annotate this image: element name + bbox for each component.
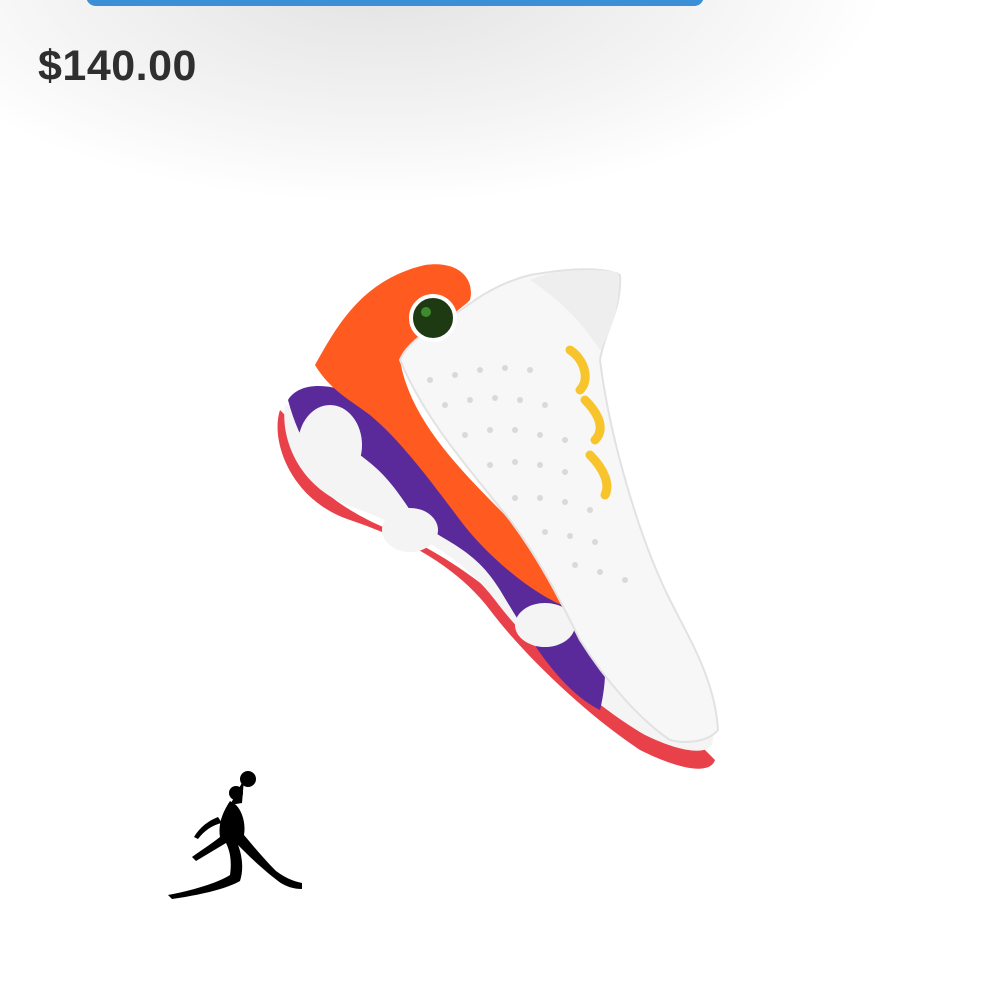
add-to-cart-button[interactable] bbox=[86, 0, 704, 6]
sneaker-product-image[interactable] bbox=[260, 240, 740, 800]
header-shadow bbox=[0, 0, 880, 200]
midsole-pod-2 bbox=[382, 508, 438, 552]
jumpman-logo-icon bbox=[168, 771, 302, 899]
product-price: $140.00 bbox=[38, 42, 197, 90]
hologram-icon bbox=[409, 294, 457, 342]
midsole-pod-1 bbox=[298, 405, 362, 485]
product-page: $140.00 bbox=[0, 0, 1000, 1000]
